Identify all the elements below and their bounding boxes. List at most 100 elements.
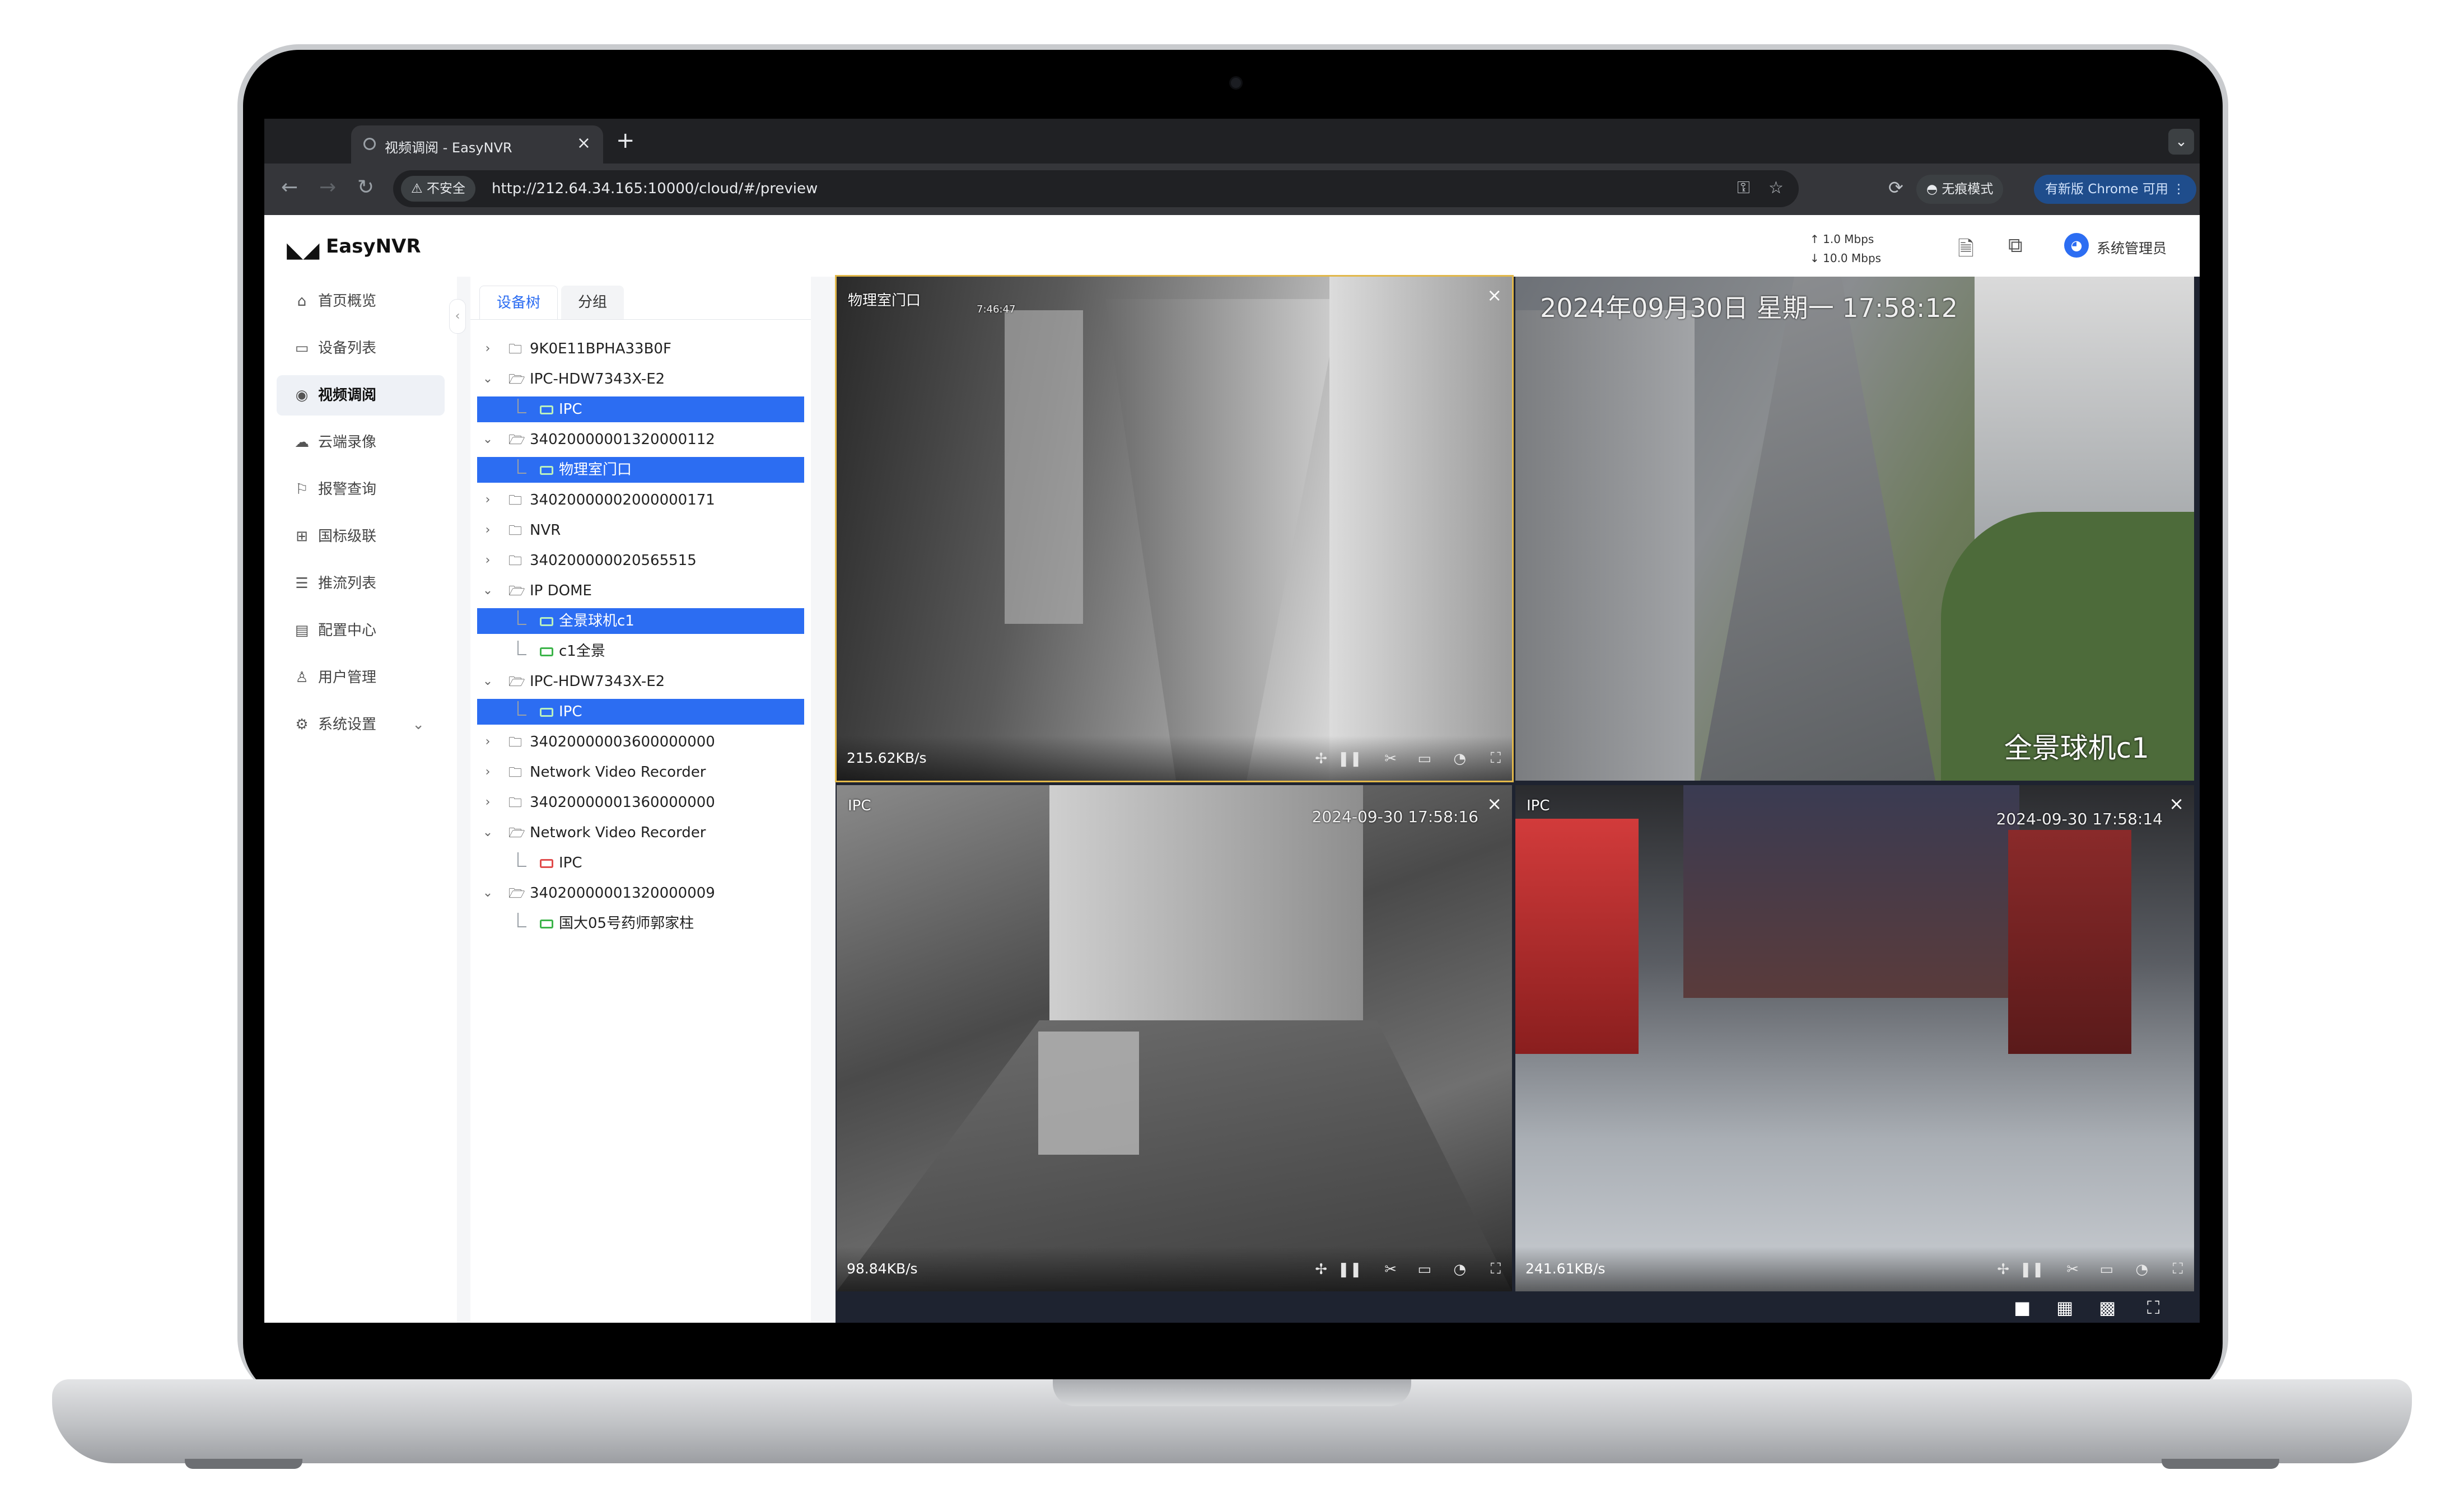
quad-layout-icon[interactable]: ▦	[2056, 1297, 2073, 1318]
sidebar-item-preview[interactable]: ◉ 视频调阅	[277, 375, 445, 416]
pause-icon[interactable]: ❚❚	[1337, 750, 1362, 767]
sidebar-item-cloud-recording[interactable]: ☁ 云端录像	[277, 422, 445, 463]
tree-node[interactable]: › 🗀 Network Video Recorder	[477, 759, 804, 785]
tree-node[interactable]: › 🗀 34020000002000000171	[477, 487, 804, 513]
tree-node-label: 34020000001320000112	[530, 431, 715, 448]
close-icon[interactable]: ×	[1487, 793, 1502, 814]
sidebar-item-users[interactable]: ♙ 用户管理	[277, 657, 445, 698]
document-icon[interactable]: 🗎	[1958, 234, 1974, 268]
security-chip[interactable]: ⚠ 不安全	[401, 176, 475, 202]
forward-button[interactable]: →	[319, 176, 336, 199]
sidebar-item-settings[interactable]: ⚙ 系统设置 ⌄	[277, 704, 445, 745]
tree-channel[interactable]: IPC	[477, 850, 804, 876]
chevron-right-icon[interactable]: ›	[479, 487, 496, 513]
record-icon[interactable]: ▭	[1417, 750, 1431, 767]
sidebar-item-push-list[interactable]: ☰ 推流列表	[277, 563, 445, 604]
sidebar-item-devices[interactable]: ▭ 设备列表	[277, 328, 445, 368]
tab-device-tree[interactable]: 设备树	[479, 286, 558, 320]
tab-groups[interactable]: 分组	[561, 286, 624, 319]
video-timestamp: 7:46:47	[977, 304, 1016, 315]
tree-node[interactable]: › 🗀 34020000001360000000	[477, 790, 804, 815]
tree-channel[interactable]: 全景球机c1	[477, 608, 804, 634]
chevron-down-icon[interactable]: ⌄	[479, 366, 496, 392]
password-key-icon[interactable]: ⚿	[1737, 178, 1750, 198]
back-button[interactable]: ←	[281, 176, 298, 199]
tree-node[interactable]: ⌄ 🗁 34020000001320000112	[477, 427, 804, 452]
chevron-right-icon[interactable]: ›	[479, 336, 496, 362]
snapshot-icon[interactable]: ◔	[1453, 1261, 1466, 1278]
tree-channel[interactable]: 国大05号药师郭家柱	[477, 911, 804, 936]
chevron-down-icon[interactable]: ⌄	[479, 880, 496, 906]
screenshot-icon[interactable]: ⧉	[2008, 234, 2023, 258]
scissors-icon[interactable]: ✂	[1384, 1261, 1397, 1278]
fullscreen-icon[interactable]: ⛶	[2173, 1261, 2183, 1278]
user-name[interactable]: 系统管理员	[2097, 237, 2167, 258]
reload-button[interactable]: ↻	[357, 176, 374, 199]
nine-layout-icon[interactable]: ▩	[2099, 1297, 2116, 1318]
update-chrome-button[interactable]: 有新版 Chrome 可用 ⋮	[2034, 175, 2197, 204]
sidebar-item-overview[interactable]: ⌂ 首页概览	[277, 281, 445, 321]
sidebar-item-alarms[interactable]: ⚐ 报警查询	[277, 469, 445, 510]
sidebar-item-cascade[interactable]: ⊞ 国标级联	[277, 516, 445, 557]
chevron-down-icon[interactable]: ⌄	[479, 578, 496, 604]
video-timestamp: 2024-09-30 17:58:16	[1312, 808, 1478, 826]
sidebar-item-label: 国标级联	[318, 528, 377, 545]
tree-channel[interactable]: 物理室门口	[477, 457, 804, 483]
chevron-down-icon[interactable]: ⌄	[479, 669, 496, 694]
logo-icon: ◣◢	[287, 237, 320, 262]
scissors-icon[interactable]: ✂	[1384, 750, 1397, 767]
pause-icon[interactable]: ❚❚	[1337, 1261, 1362, 1278]
video-cell[interactable]: IPC 2024-09-30 17:58:16 × 98.84KB/s ✢ ❚❚…	[837, 785, 1512, 1291]
close-icon[interactable]: ×	[2169, 793, 2184, 814]
tree-node[interactable]: ⌄ 🗁 IPC-HDW7343X-E2	[477, 366, 804, 392]
chevron-right-icon[interactable]: ›	[479, 759, 496, 785]
chevron-down-icon[interactable]: ⌄	[479, 427, 496, 452]
snapshot-icon[interactable]: ◔	[2135, 1261, 2148, 1278]
incognito-indicator[interactable]: ◓ 无痕模式	[1916, 175, 2004, 204]
tree-node[interactable]: ⌄ 🗁 IPC-HDW7343X-E2	[477, 669, 804, 694]
sidebar-item-config[interactable]: ▤ 配置中心	[277, 610, 445, 651]
video-cell[interactable]: 物理室门口 7:46:47 × 215.62KB/s ✢ ❚❚ ✂ ▭ ◔ ⛶	[835, 275, 1514, 782]
address-bar[interactable]: ⚠ 不安全 http://212.64.34.165:10000/cloud/#…	[393, 170, 1799, 207]
tree-channel[interactable]: IPC	[477, 699, 804, 725]
url-text[interactable]: http://212.64.34.165:10000/cloud/#/previ…	[492, 180, 818, 197]
fullscreen-icon[interactable]: ⛶	[1491, 1261, 1501, 1278]
chevron-down-icon[interactable]: ⌄	[479, 820, 496, 846]
ptz-icon[interactable]: ✢	[1315, 1261, 1327, 1278]
fullscreen-icon[interactable]: ⛶	[1491, 750, 1501, 767]
tab-close-icon[interactable]: ×	[577, 133, 591, 153]
tab-search-button[interactable]: ⌄	[2168, 129, 2194, 155]
extensions-icon[interactable]: ⟳	[1888, 177, 1903, 198]
snapshot-icon[interactable]: ◔	[1453, 750, 1466, 767]
chevron-right-icon[interactable]: ›	[479, 548, 496, 573]
browser-tab[interactable]: 视频调阅 - EasyNVR ×	[351, 125, 603, 164]
close-icon[interactable]: ×	[1487, 284, 1502, 306]
pause-icon[interactable]: ❚❚	[2019, 1261, 2044, 1278]
tree-node[interactable]: ⌄ 🗁 Network Video Recorder	[477, 820, 804, 846]
tree-channel[interactable]: c1全景	[477, 638, 804, 664]
avatar[interactable]: ◕	[2064, 233, 2089, 258]
gear-icon: ⚙	[295, 716, 309, 733]
record-icon[interactable]: ▭	[1417, 1261, 1431, 1278]
bookmark-star-icon[interactable]: ☆	[1768, 178, 1784, 198]
record-icon[interactable]: ▭	[2099, 1261, 2113, 1278]
new-tab-button[interactable]: +	[616, 128, 635, 153]
single-layout-icon[interactable]: ■	[2014, 1297, 2031, 1318]
tree-node[interactable]: › 🗀 340200000020565515	[477, 548, 804, 573]
video-cell[interactable]: 2024年09月30日 星期一 17:58:12 全景球机c1	[1515, 277, 2194, 781]
ptz-icon[interactable]: ✢	[1315, 750, 1327, 767]
collapse-sidebar-button[interactable]: ‹	[449, 299, 466, 334]
fullscreen-icon[interactable]: ⛶	[2147, 1297, 2159, 1319]
tree-node[interactable]: › 🗀 34020000003600000000	[477, 729, 804, 755]
ptz-icon[interactable]: ✢	[1997, 1261, 2009, 1278]
tree-node[interactable]: › 🗀 9K0E11BPHA33B0F	[477, 336, 804, 362]
chevron-right-icon[interactable]: ›	[479, 790, 496, 815]
video-cell[interactable]: IPC 2024-09-30 17:58:14 × 241.61KB/s ✢ ❚…	[1515, 785, 2194, 1291]
tree-node[interactable]: › 🗀 NVR	[477, 517, 804, 543]
scissors-icon[interactable]: ✂	[2066, 1261, 2079, 1278]
chevron-right-icon[interactable]: ›	[479, 729, 496, 755]
tree-node[interactable]: ⌄ 🗁 34020000001320000009	[477, 880, 804, 906]
tree-channel[interactable]: IPC	[477, 396, 804, 422]
tree-node[interactable]: ⌄ 🗁 IP DOME	[477, 578, 804, 604]
chevron-right-icon[interactable]: ›	[479, 517, 496, 543]
